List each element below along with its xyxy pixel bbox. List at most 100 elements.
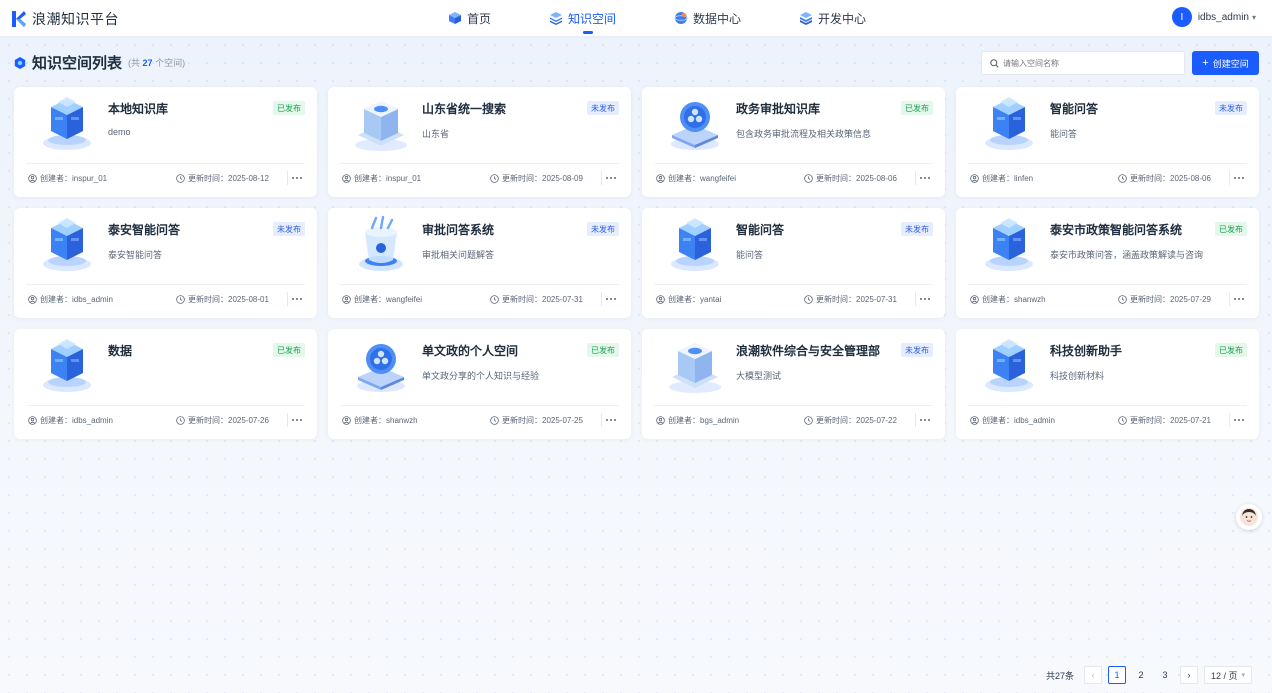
search-icon — [990, 58, 999, 68]
space-card[interactable]: 智能问答 能问答 未发布 创建者：linfen 更新时间：2025-08-06 — [956, 87, 1259, 197]
search-input[interactable] — [1003, 58, 1173, 68]
more-options-button[interactable] — [915, 292, 933, 306]
app-logo[interactable]: 浪潮知识平台 — [12, 9, 119, 29]
more-dot-icon — [295, 298, 298, 300]
page-size-select[interactable]: 12 / 页 ▾ — [1204, 666, 1253, 684]
nav-data-center[interactable]: 数据中心 — [674, 0, 741, 36]
nav-knowledge-space[interactable]: 知识空间 — [549, 0, 616, 36]
chevron-down-icon: ▾ — [1251, 12, 1256, 22]
creator-info: 创建者：idbs_admin — [970, 415, 1055, 426]
more-options-button[interactable] — [1229, 292, 1247, 306]
user-icon — [342, 174, 351, 183]
create-space-button[interactable]: + 创建空间 — [1192, 51, 1259, 75]
card-divider — [654, 163, 933, 164]
space-card[interactable]: 山东省统一搜索 山东省 未发布 创建者：inspur_01 更新时间：2025-… — [328, 87, 631, 197]
card-divider — [654, 284, 933, 285]
clock-icon — [490, 174, 499, 183]
more-options-button[interactable] — [287, 171, 305, 185]
updated-info: 更新时间：2025-07-22 — [804, 415, 897, 426]
more-options-button[interactable] — [601, 413, 619, 427]
more-dot-icon — [919, 177, 922, 179]
space-card-footer: 创建者：idbs_admin 更新时间：2025-07-21 — [970, 413, 1247, 427]
space-card-title: 数据 — [108, 344, 133, 358]
updated-text: 更新时间：2025-07-26 — [188, 416, 269, 425]
more-options-button[interactable] — [915, 171, 933, 185]
space-count-number: 27 — [142, 58, 153, 68]
space-card[interactable]: 本地知识库 demo 已发布 创建者：inspur_01 更新时间：2025-0… — [14, 87, 317, 197]
creator-text: 创建者：idbs_admin — [40, 416, 113, 425]
more-options-button[interactable] — [1229, 171, 1247, 185]
space-card[interactable]: 单文政的个人空间 单文政分享的个人知识与经验 已发布 创建者：shanwzh 更… — [328, 329, 631, 439]
page-1-button[interactable]: 1 — [1108, 666, 1127, 684]
space-card-title: 本地知识库 — [108, 102, 169, 116]
space-illustration-icon — [43, 97, 91, 150]
space-card[interactable]: 审批问答系统 审批相关问题解答 未发布 创建者：wangfeifei 更新时间：… — [328, 208, 631, 318]
more-options-button[interactable] — [601, 171, 619, 185]
prev-page-button[interactable]: ‹ — [1084, 666, 1103, 684]
more-dot-icon — [609, 298, 612, 300]
space-card-description: 泰安市政策问答，涵盖政策解读与咨询 — [1050, 250, 1204, 260]
more-dot-icon — [1233, 177, 1236, 179]
space-card[interactable]: 浪潮软件综合与安全管理部 大模型测试 未发布 创建者：bgs_admin 更新时… — [642, 329, 945, 439]
plus-icon: + — [1202, 57, 1209, 69]
clock-icon — [1118, 295, 1127, 304]
pagination-total: 共27条 — [1046, 670, 1075, 681]
space-card[interactable]: 政务审批知识库 包含政务审批流程及相关政策信息 已发布 创建者：wangfeif… — [642, 87, 945, 197]
more-options-button[interactable] — [287, 413, 305, 427]
space-card[interactable]: 智能问答 能问答 未发布 创建者：yantai 更新时间：2025-07-31 — [642, 208, 945, 318]
user-name: idbs_admin — [1197, 11, 1249, 23]
space-card-footer: 创建者：shanwzh 更新时间：2025-07-25 — [342, 413, 619, 427]
nav-home[interactable]: 首页 — [448, 0, 491, 36]
more-dot-icon — [613, 177, 616, 179]
space-card[interactable]: 科技创新助手 科技创新材料 已发布 创建者：idbs_admin 更新时间：20… — [956, 329, 1259, 439]
page-3-button[interactable]: 3 — [1156, 666, 1174, 684]
status-badge: 未发布 — [273, 222, 305, 236]
more-dot-icon — [927, 298, 930, 300]
status-badge: 未发布 — [587, 101, 619, 115]
more-dot-icon — [291, 177, 294, 179]
clock-icon — [804, 416, 813, 425]
more-dot-icon — [299, 177, 302, 179]
more-dot-icon — [1241, 177, 1244, 179]
card-divider — [968, 163, 1247, 164]
updated-info: 更新时间：2025-08-06 — [1118, 173, 1211, 184]
space-card[interactable]: 泰安智能问答 泰安智能问答 未发布 创建者：idbs_admin 更新时间：20… — [14, 208, 317, 318]
chevron-right-icon: › — [1187, 670, 1191, 680]
space-card-description: demo — [108, 127, 131, 137]
space-card-footer: 创建者：shanwzh 更新时间：2025-07-29 — [970, 292, 1247, 306]
creator-info: 创建者：idbs_admin — [28, 294, 113, 305]
clock-icon — [804, 295, 813, 304]
space-card-footer: 创建者：inspur_01 更新时间：2025-08-12 — [28, 171, 305, 185]
user-icon — [970, 416, 979, 425]
nav-home-label: 首页 — [467, 11, 492, 26]
more-options-button[interactable] — [601, 292, 619, 306]
creator-info: 创建者：wangfeifei — [342, 294, 422, 305]
space-count-prefix: (共 — [128, 58, 141, 68]
assistant-avatar-button[interactable] — [1236, 504, 1262, 530]
card-divider — [968, 405, 1247, 406]
more-options-button[interactable] — [1229, 413, 1247, 427]
space-card[interactable]: 泰安市政策智能问答系统 泰安市政策问答，涵盖政策解读与咨询 已发布 创建者：sh… — [956, 208, 1259, 318]
space-card-description: 审批相关问题解答 — [422, 250, 495, 260]
more-options-button[interactable] — [287, 292, 305, 306]
nav-dev-center[interactable]: 开发中心 — [799, 0, 866, 36]
more-options-button[interactable] — [915, 413, 933, 427]
space-illustration-icon — [43, 339, 91, 392]
space-card[interactable]: 数据 已发布 创建者：idbs_admin 更新时间：2025-07-26 — [14, 329, 317, 439]
user-menu[interactable]: I idbs_admin ▾ — [1171, 7, 1256, 27]
creator-info: 创建者：linfen — [970, 173, 1033, 184]
updated-info: 更新时间：2025-08-01 — [176, 294, 269, 305]
space-card-footer: 创建者：yantai 更新时间：2025-07-31 — [656, 292, 933, 306]
space-card-title: 泰安智能问答 — [108, 223, 181, 237]
more-dot-icon — [1237, 419, 1240, 421]
creator-text: 创建者：shanwzh — [982, 295, 1046, 304]
card-divider — [654, 405, 933, 406]
space-count: (共 27 个空间) — [128, 56, 185, 69]
page-2-button[interactable]: 2 — [1132, 666, 1150, 684]
user-icon — [656, 174, 665, 183]
more-dot-icon — [295, 419, 298, 421]
next-page-button[interactable]: › — [1180, 666, 1199, 684]
search-box[interactable] — [981, 51, 1185, 75]
updated-info: 更新时间：2025-08-09 — [490, 173, 583, 184]
status-badge: 已发布 — [273, 343, 305, 357]
